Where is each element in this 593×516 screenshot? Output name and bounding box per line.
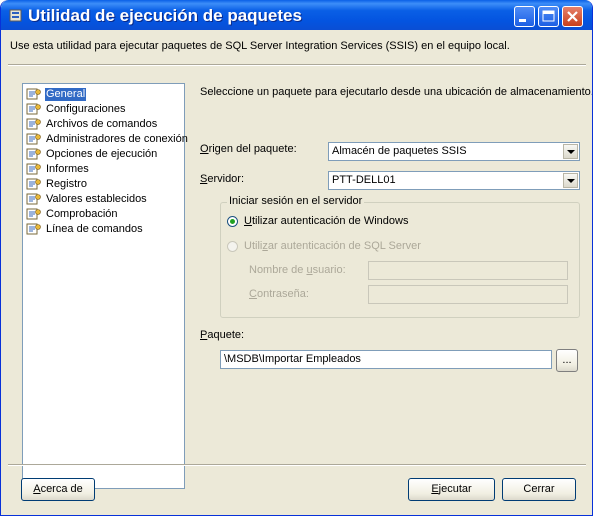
package-label: Paquete:	[200, 329, 245, 341]
password-label: Contraseña:	[249, 288, 309, 300]
bottom-divider	[8, 464, 586, 466]
username-label: Nombre de usuario:	[249, 264, 346, 276]
close-icon	[567, 11, 578, 22]
package-path-field[interactable]: \MSDB\Importar Empleados	[220, 350, 552, 369]
package-origin-label: Origen del paquete:	[200, 143, 297, 155]
tree-item-informes[interactable]: Informes	[26, 162, 90, 177]
package-path-value: \MSDB\Importar Empleados	[224, 353, 361, 365]
tree-item-administradores-de-conexion[interactable]: Administradores de conexión	[26, 132, 189, 147]
options-tree[interactable]: General Configuraciones Archivos de coma…	[22, 83, 188, 489]
minimize-icon	[519, 19, 526, 22]
window-title: Utilidad de ejecución de paquetes	[28, 6, 302, 25]
page-icon	[26, 208, 41, 220]
username-field[interactable]	[368, 261, 568, 280]
chevron-down-icon[interactable]	[563, 173, 578, 188]
server-label: Servidor:	[200, 173, 245, 185]
dialog-description: Use esta utilidad para ejecutar paquetes…	[10, 40, 510, 52]
server-value: PTT-DELL01	[332, 174, 396, 186]
about-button[interactable]: Acerca de	[21, 478, 95, 501]
tree-item-comprobacion[interactable]: Comprobación	[26, 207, 119, 222]
maximize-icon	[542, 10, 555, 22]
title-bar[interactable]: Utilidad de ejecución de paquetes	[1, 0, 592, 30]
login-groupbox: Iniciar sesión en el servidor Utilizar a…	[220, 195, 580, 318]
page-icon	[26, 118, 41, 130]
tree-item-archivos-de-comandos[interactable]: Archivos de comandos	[26, 117, 158, 132]
windows-auth-radio[interactable]	[227, 216, 238, 227]
minimize-button[interactable]	[514, 6, 535, 27]
package-app-icon	[9, 9, 22, 22]
dialog-body: Use esta utilidad para ejecutar paquetes…	[4, 30, 592, 512]
package-origin-value: Almacén de paquetes SSIS	[332, 145, 467, 157]
page-icon	[26, 148, 41, 160]
page-icon	[26, 88, 41, 100]
tree-item-linea-de-comandos[interactable]: Línea de comandos	[26, 222, 144, 237]
server-select[interactable]: PTT-DELL01	[328, 171, 580, 190]
page-icon	[26, 223, 41, 235]
chevron-down-icon[interactable]	[563, 144, 578, 159]
login-group-title: Iniciar sesión en el servidor	[227, 195, 365, 207]
page-icon	[26, 103, 41, 115]
tree-item-valores-establecidos[interactable]: Valores establecidos	[26, 192, 148, 207]
package-execution-dialog: Utilidad de ejecución de paquetes Use es…	[0, 0, 593, 516]
browse-package-button[interactable]: ...	[556, 349, 578, 372]
close-button[interactable]: Cerrar	[502, 478, 576, 501]
sql-auth-radio[interactable]	[227, 241, 238, 252]
page-icon	[26, 178, 41, 190]
tree-item-opciones-de-ejecucion[interactable]: Opciones de ejecución	[26, 147, 158, 162]
page-icon	[26, 193, 41, 205]
tree-item-configuraciones[interactable]: Configuraciones	[26, 102, 127, 117]
sql-auth-label[interactable]: Utilizar autenticación de SQL Server	[244, 240, 421, 252]
maximize-button[interactable]	[538, 6, 559, 27]
execute-button[interactable]: Ejecutar	[408, 478, 495, 501]
package-origin-select[interactable]: Almacén de paquetes SSIS	[328, 142, 580, 161]
password-field[interactable]	[368, 285, 568, 304]
page-icon	[26, 163, 41, 175]
top-divider	[8, 64, 586, 66]
tree-item-general[interactable]: General	[26, 87, 87, 102]
tree-item-registro[interactable]: Registro	[26, 177, 88, 192]
instruction-text: Seleccione un paquete para ejecutarlo de…	[200, 86, 593, 98]
close-window-button[interactable]	[562, 6, 583, 27]
page-icon	[26, 133, 41, 145]
windows-auth-label[interactable]: Utilizar autenticación de Windows	[244, 215, 408, 227]
